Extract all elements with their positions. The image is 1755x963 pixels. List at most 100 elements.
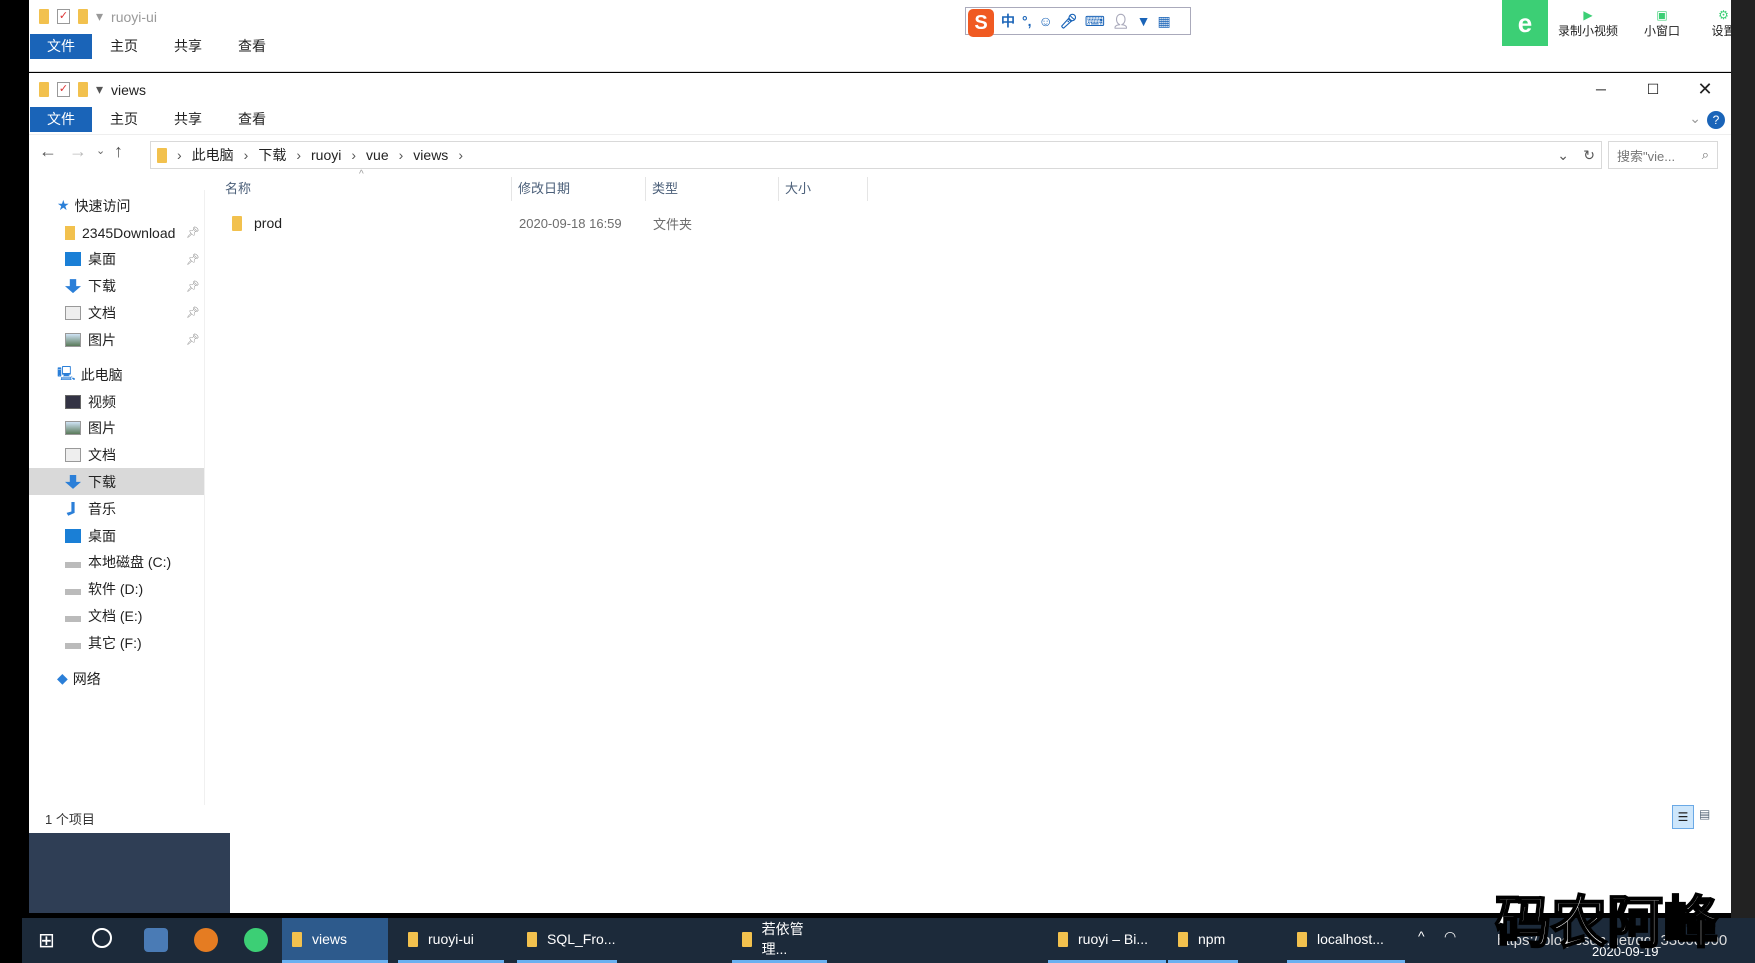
column-name[interactable]: 名称	[219, 177, 512, 201]
recent-dropdown-icon[interactable]: ⌄	[96, 144, 105, 157]
sidebar-item[interactable]: 下载	[29, 468, 204, 496]
taskbar-item[interactable]: localhost...	[1287, 918, 1405, 963]
pin-icon[interactable]: 📌︎	[186, 253, 200, 266]
sidebar-item[interactable]: 下载 📌︎	[29, 273, 204, 300]
large-icons-view-button[interactable]: ▤	[1699, 807, 1710, 821]
breadcrumb-item[interactable]: views	[413, 147, 448, 163]
sidebar-item[interactable]: 文档	[29, 442, 204, 469]
column-type[interactable]: 类型	[646, 177, 779, 201]
drive-icon	[65, 589, 81, 596]
map-app-icon[interactable]	[244, 928, 268, 952]
tab-home[interactable]: 主页	[92, 34, 156, 59]
breadcrumb-item[interactable]: vue	[366, 147, 389, 163]
file-type: 文件夹	[653, 216, 693, 232]
minimize-button[interactable]: ─	[1575, 73, 1627, 105]
close-button[interactable]: ✕	[1679, 73, 1731, 105]
tab-view[interactable]: 查看	[220, 34, 284, 59]
mini-window-button[interactable]: ▣ 小窗口	[1628, 8, 1696, 39]
properties-icon[interactable]: ✓	[57, 9, 70, 24]
pin-icon[interactable]: 📌︎	[186, 333, 200, 346]
back-explorer-window[interactable]: ✓ ▾ ruoyi-ui 文件 主页 共享 查看	[29, 0, 1731, 72]
picture-icon	[65, 421, 81, 436]
cortana-button[interactable]	[92, 928, 112, 948]
star-icon: ★	[57, 197, 70, 213]
tab-file[interactable]: 文件	[30, 34, 92, 59]
start-button[interactable]: ⊞	[38, 928, 55, 953]
sidebar-this-pc[interactable]: 🖳︎ 此电脑	[29, 361, 204, 388]
watermark-text: 码农阿峰	[1494, 890, 1720, 955]
tab-share[interactable]: 共享	[156, 107, 220, 132]
skin-icon[interactable]: ▼	[1137, 13, 1151, 29]
sidebar-network[interactable]: ◆ 网络	[29, 665, 204, 692]
sidebar-item[interactable]: 文档 📌︎	[29, 299, 204, 326]
keyboard-icon[interactable]: ⌨	[1085, 13, 1105, 30]
search-box[interactable]: 搜索"vie... ⌕	[1608, 141, 1718, 169]
taskbar-item[interactable]: ruoyi-ui	[398, 918, 504, 963]
sidebar-item[interactable]: 桌面 📌︎	[29, 246, 204, 273]
up-button[interactable]: ↑	[114, 141, 123, 162]
column-modified[interactable]: 修改日期	[512, 177, 646, 201]
sidebar-item[interactable]: 软件 (D:)	[29, 576, 204, 603]
details-view-button[interactable]: ☰	[1672, 805, 1694, 829]
tab-view[interactable]: 查看	[220, 107, 284, 132]
back-button[interactable]: ←	[39, 141, 57, 162]
column-size[interactable]: 大小	[779, 177, 868, 201]
search-app-icon[interactable]	[194, 928, 218, 952]
network-app-icon[interactable]	[144, 928, 168, 952]
refresh-button[interactable]: ↻	[1583, 147, 1595, 164]
sidebar-item[interactable]: 2345Download 📌︎	[29, 219, 204, 246]
taskbar-item[interactable]: views	[282, 918, 388, 963]
taskbar-item[interactable]: ruoyi – Bi...	[1048, 918, 1166, 963]
pin-icon[interactable]: 📌︎	[186, 306, 200, 319]
sidebar-quick-access[interactable]: ★ 快速访问	[29, 192, 204, 219]
tab-home[interactable]: 主页	[92, 107, 156, 132]
taskbar-item[interactable]: npm	[1168, 918, 1238, 963]
file-row[interactable]: prod 2020-09-18 16:59 文件夹	[229, 211, 829, 235]
forward-button[interactable]: →	[69, 141, 87, 162]
pin-icon[interactable]: 📌︎	[186, 226, 200, 239]
user-icon[interactable]: 👤︎	[1112, 13, 1130, 30]
wifi-icon[interactable]: ◠	[1444, 928, 1456, 945]
ime-mode[interactable]: 中	[1001, 11, 1015, 31]
taskbar-item[interactable]: SQL_Fro...	[517, 918, 617, 963]
computer-icon: 🖳︎	[57, 364, 76, 381]
recorder-toolbar[interactable]: e ▶ 录制小视频 ▣ 小窗口 ⚙ 设置	[1502, 0, 1755, 46]
tray-chevron-icon[interactable]: ^	[1418, 928, 1425, 944]
sidebar-item[interactable]: 视频	[29, 388, 204, 415]
record-video-button[interactable]: ▶ 录制小视频	[1548, 8, 1628, 39]
sidebar-item[interactable]: 文档 (E:)	[29, 602, 204, 629]
sidebar-item-label: 桌面	[88, 527, 116, 544]
breadcrumb-item[interactable]: 下载	[258, 145, 286, 165]
tab-share[interactable]: 共享	[156, 34, 220, 59]
sidebar-item[interactable]: 图片 📌︎	[29, 326, 204, 353]
music-icon	[66, 501, 75, 516]
app-icon	[408, 931, 418, 947]
sidebar-item-label: 其它 (F:)	[88, 634, 142, 651]
app-icon	[742, 931, 752, 947]
qat-dropdown-icon[interactable]: ▾	[96, 8, 103, 25]
address-bar[interactable]: › 此电脑 › 下载 › ruoyi › vue › views › ⌄ ↻	[150, 141, 1602, 169]
ribbon-expand-icon[interactable]: ⌄	[1689, 110, 1701, 127]
maximize-button[interactable]: ☐	[1627, 73, 1679, 105]
sidebar-item[interactable]: 其它 (F:)	[29, 629, 204, 656]
sidebar-item[interactable]: 本地磁盘 (C:)	[29, 549, 204, 576]
properties-icon[interactable]: ✓	[57, 82, 70, 97]
sidebar-item[interactable]: 桌面	[29, 522, 204, 549]
help-icon[interactable]: ?	[1707, 111, 1725, 129]
sidebar-item[interactable]: 图片	[29, 415, 204, 442]
toolbox-icon[interactable]: ▦	[1157, 13, 1170, 30]
tab-file[interactable]: 文件	[30, 107, 92, 132]
sidebar-item[interactable]: 音乐	[29, 495, 204, 522]
ime-punct[interactable]: °,	[1022, 13, 1032, 29]
search-input[interactable]: 搜索"vie...	[1617, 146, 1675, 165]
emoji-icon[interactable]: ☺	[1039, 13, 1053, 29]
taskbar-item[interactable]: 若依管理...	[732, 918, 827, 963]
pin-icon[interactable]: 📌︎	[186, 280, 200, 293]
breadcrumb-item[interactable]: ruoyi	[311, 147, 341, 163]
qat-dropdown-icon[interactable]: ▾	[96, 81, 103, 98]
video-icon	[65, 394, 81, 409]
mic-icon[interactable]: 🎤︎	[1060, 13, 1078, 30]
breadcrumb-item[interactable]: 此电脑	[192, 145, 234, 165]
address-dropdown-icon[interactable]: ⌄	[1557, 147, 1569, 164]
ime-toolbar[interactable]: S 中 °, ☺ 🎤︎ ⌨ 👤︎ ▼ ▦	[965, 7, 1191, 37]
